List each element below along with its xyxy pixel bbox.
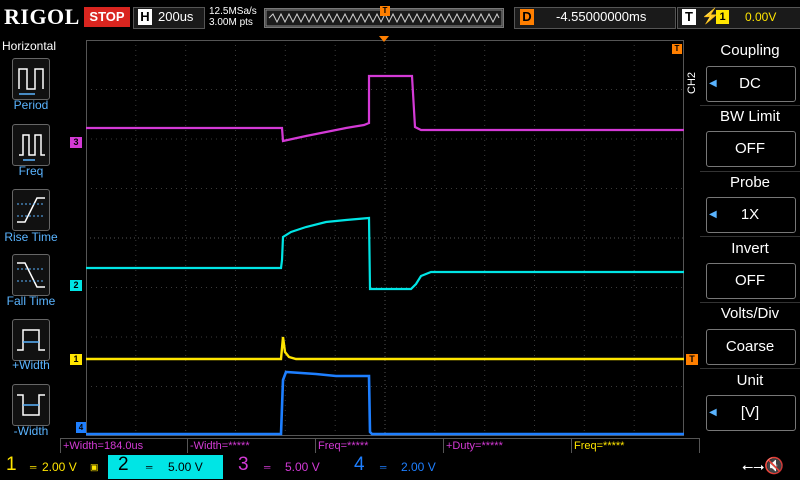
measurement-pos-width[interactable]: +Width=184.0us (60, 438, 188, 454)
rise-time-button[interactable] (12, 189, 50, 231)
period-label: Period (13, 98, 49, 112)
pos-width-label: +Width (12, 358, 50, 372)
sample-rate: 12.5MSa/s (209, 6, 257, 17)
ch4-number[interactable]: 4 (354, 454, 365, 476)
pos-width-icon (17, 329, 45, 351)
neg-width-icon (17, 394, 45, 416)
ch1-offset-marker[interactable]: 1 (70, 354, 82, 365)
timebase-value: 200us (158, 9, 194, 24)
pos-width-button[interactable] (12, 319, 50, 361)
trigger-time-marker: T (672, 44, 682, 54)
ch2-coupling-icon: ═ (146, 462, 153, 472)
fall-time-label: Fall Time (6, 294, 56, 308)
divider (700, 105, 800, 106)
ch4-scale[interactable]: 2.00 V (401, 460, 436, 474)
invert-title: Invert (731, 240, 769, 257)
volts-div-value: Coarse (725, 338, 775, 355)
fall-time-icon (17, 262, 45, 288)
divider (700, 302, 800, 303)
speaker-mute-icon[interactable]: 🔇 (764, 456, 784, 476)
ch1-scale[interactable]: 2.00 V (42, 460, 77, 474)
ch4-coupling-icon: ═ (380, 462, 387, 472)
divider (700, 368, 800, 369)
ch2-scale[interactable]: 5.00 V (168, 460, 203, 474)
bw-limit-title: BW Limit (720, 108, 780, 125)
ch1-bw-icon: ▣ (90, 462, 99, 472)
fall-time-button[interactable] (12, 254, 50, 296)
measurement-freq[interactable]: Freq=***** (315, 438, 444, 454)
rise-time-icon (17, 197, 45, 223)
ch1-coupling-icon: ═ (30, 462, 37, 472)
ch2-offset-marker[interactable]: 2 (70, 280, 82, 291)
memory-depth: 3.00M pts (209, 17, 253, 28)
trigger-arrow-icon (379, 36, 389, 42)
unit-value: [V] (740, 404, 760, 421)
probe-title: Probe (729, 174, 771, 191)
measurement-pos-duty[interactable]: +Duty=***** (443, 438, 572, 454)
measurement-freq-ch1[interactable]: Freq=***** (571, 438, 700, 454)
measurement-neg-width[interactable]: -Width=***** (187, 438, 316, 454)
ch3-coupling-icon: ═ (264, 462, 271, 472)
divider (700, 171, 800, 172)
invert-value: OFF (735, 272, 765, 289)
channel-menu-label: CH2 (686, 71, 698, 94)
period-button[interactable] (12, 58, 50, 100)
trigger-source: 1 (716, 10, 729, 24)
run-stop-button[interactable]: STOP (84, 7, 130, 27)
ch3-number[interactable]: 3 (238, 454, 249, 476)
coupling-value: DC (739, 75, 761, 92)
coupling-title: Coupling (720, 42, 780, 59)
probe-value: 1X (740, 206, 760, 223)
ch4-offset-marker[interactable]: 4 (76, 422, 86, 433)
trigger-position-marker[interactable]: T (380, 6, 390, 16)
freq-button[interactable] (12, 124, 50, 166)
rise-time-label: Rise Time (4, 230, 58, 244)
delay-value: -4.55000000ms (556, 9, 647, 24)
volts-div-title: Volts/Div (720, 305, 780, 322)
ch1-number[interactable]: 1 (6, 454, 17, 476)
horizontal-badge: H (138, 9, 152, 25)
usb-icon: ⭠⭢ (742, 458, 765, 474)
waveform-display[interactable] (86, 40, 684, 436)
sidebar-title: Horizontal (2, 39, 57, 53)
trigger-level: 0.00V (745, 10, 777, 24)
trigger-badge: T (682, 9, 696, 25)
bw-limit-value: OFF (735, 140, 765, 157)
freq-icon (19, 134, 45, 161)
brand-logo: RIGOL (4, 4, 80, 29)
delay-badge: D (520, 9, 534, 25)
neg-width-button[interactable] (12, 384, 50, 426)
divider (700, 236, 800, 237)
ch2-number[interactable]: 2 (118, 454, 129, 476)
period-icon (18, 68, 44, 95)
ch3-scale[interactable]: 5.00 V (285, 460, 320, 474)
ch3-offset-marker[interactable]: 3 (70, 137, 82, 148)
freq-label: Freq (18, 164, 44, 178)
neg-width-label: -Width (13, 424, 49, 438)
unit-title: Unit (736, 372, 764, 389)
